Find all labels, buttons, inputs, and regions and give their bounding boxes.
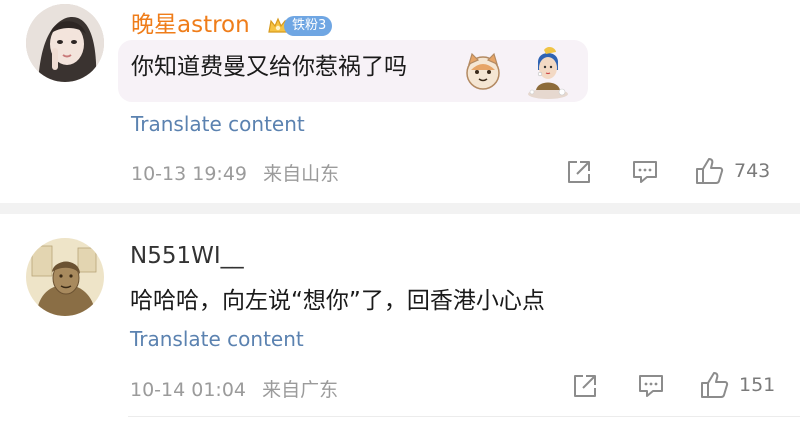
timestamp: 10-13 19:49: [131, 163, 248, 185]
comment-icon[interactable]: [631, 159, 659, 185]
share-icon[interactable]: [565, 158, 593, 186]
comment-divider: [0, 203, 800, 214]
comment-item: 晚星astron 铁粉3 你知道费曼又给你惹祸了吗 Translate cont…: [0, 0, 800, 203]
comment-divider: [128, 416, 800, 417]
username[interactable]: N551WI__: [130, 242, 244, 270]
comment-text: 你知道费曼又给你惹祸了吗: [131, 54, 407, 80]
pearl-earring-girl-icon: [528, 46, 568, 99]
timestamp: 10-14 01:04: [130, 379, 247, 401]
translate-link[interactable]: Translate content: [130, 327, 304, 351]
like-icon[interactable]: [699, 370, 729, 400]
translate-link[interactable]: Translate content: [131, 112, 305, 136]
like-count: 151: [739, 374, 776, 396]
avatar[interactable]: [26, 238, 104, 316]
username[interactable]: 晚星astron: [131, 11, 250, 39]
fan-badge-label: 铁粉3: [284, 16, 333, 36]
like-icon[interactable]: [694, 156, 724, 186]
cat-emoji-icon: [466, 52, 500, 90]
location: 来自广东: [262, 379, 339, 401]
comment-text: 哈哈哈，向左说“想你”了，回香港小心点: [130, 288, 545, 314]
location: 来自山东: [263, 163, 340, 185]
avatar[interactable]: [26, 4, 104, 82]
comment-item: N551WI__ 哈哈哈，向左说“想你”了，回香港小心点 Translate c…: [0, 214, 800, 423]
share-icon[interactable]: [571, 372, 599, 400]
comment-meta: 10-13 19:49 来自山东: [131, 159, 339, 186]
like-count: 743: [734, 160, 771, 182]
avatar-image: [26, 4, 104, 82]
fan-badge[interactable]: 铁粉3: [266, 14, 333, 38]
avatar-image: [26, 238, 104, 316]
comment-icon[interactable]: [637, 373, 665, 399]
comment-meta: 10-14 01:04 来自广东: [130, 375, 338, 402]
